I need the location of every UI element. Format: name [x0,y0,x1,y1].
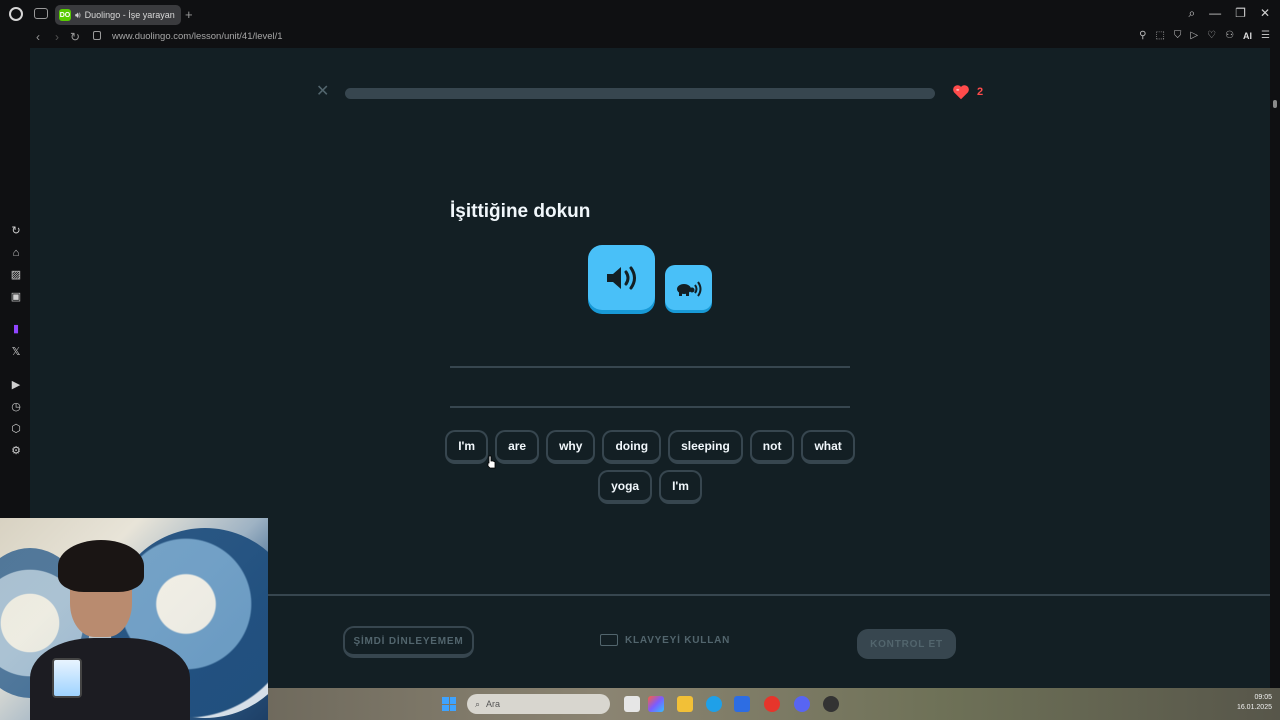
task-view-icon[interactable] [624,696,640,712]
opera-menu-icon[interactable] [9,7,23,21]
play-icon[interactable]: ▷ [1190,30,1198,41]
tab-audio-icon[interactable]: 🔊︎ [75,10,81,21]
tab-strip: DO 🔊︎ Duolingo - İşe yarayan + ⌕ — ❐ ✕ [0,0,1280,28]
word-tile[interactable]: are [495,430,540,464]
keyboard-icon [600,634,618,646]
easy-setup-icon[interactable]: ☰ [1261,30,1270,41]
word-bank-row-2: yoga I'm [30,470,1270,504]
word-bank-row-1: I'm are why doing sleeping not what [30,430,1270,464]
edge-icon[interactable] [706,696,722,712]
clock-date: 16.01.2025 [1236,704,1272,711]
close-window-icon[interactable]: ✕ [1260,6,1270,21]
restore-icon[interactable]: ❐ [1235,6,1246,21]
duolingo-favicon-icon: DO [59,9,71,21]
sidebar-refresh-icon[interactable]: ↻ [10,225,22,237]
word-tile[interactable]: what [801,430,855,464]
new-tab-button[interactable]: + [185,7,193,22]
word-tile[interactable]: not [749,430,795,464]
opera-icon[interactable] [764,696,780,712]
app-icon[interactable] [823,696,839,712]
twitch-icon[interactable]: ▮ [10,323,22,335]
taskbar-search[interactable]: ⌕ Ara [467,694,610,714]
minimize-icon[interactable]: — [1209,6,1221,21]
close-lesson-icon[interactable]: ✕ [316,84,330,100]
url-field[interactable]: www.duolingo.com/lesson/unit/41/level/1 [112,31,283,42]
clock-time: 09:05 [1254,694,1272,701]
person-hair [58,540,144,592]
heart-icon [953,85,969,100]
shield-icon[interactable]: ⛉ [1174,30,1182,41]
search-tabs-icon[interactable]: ⌕ [1188,6,1195,21]
store-icon[interactable] [734,696,750,712]
word-tile[interactable]: I'm [659,470,702,504]
snapshot-icon[interactable]: ⬚ [1155,30,1164,41]
ai-button[interactable]: AI [1243,31,1252,41]
player-icon[interactable]: ▶ [10,379,22,391]
lesson-progress-bar [345,88,935,99]
back-icon[interactable]: ‹ [36,30,40,44]
word-tile[interactable]: why [546,430,596,464]
forward-icon[interactable]: › [55,30,59,44]
lock-icon[interactable] [93,31,101,40]
browser-chrome: DO 🔊︎ Duolingo - İşe yarayan + ⌕ — ❐ ✕ ‹… [0,0,1280,48]
play-slow-audio-button[interactable] [665,265,712,310]
browser-toolbar: ⚲ ⬚ ⛉ ▷ ♡ ⚇ AI ☰ [1139,30,1270,41]
word-tile[interactable]: yoga [598,470,653,504]
scrollbar-thumb[interactable] [1273,100,1277,108]
sidebar-robot-icon[interactable]: ⌂ [10,247,22,259]
hand-cursor-icon [487,455,496,469]
word-tile[interactable]: doing [602,430,662,464]
turtle-icon [676,280,701,297]
microphone [52,658,82,698]
speaker-icon [606,266,636,289]
check-button[interactable]: KONTROL ET [857,629,956,659]
system-clock[interactable]: 09:05 16.01.2025 [1237,693,1272,713]
heart-bookmark-icon[interactable]: ♡ [1207,30,1216,41]
tab-duolingo[interactable]: DO 🔊︎ Duolingo - İşe yarayan [55,5,181,25]
tab-title: Duolingo - İşe yarayan [84,10,175,20]
webcam-overlay [0,518,268,720]
answer-line-2 [450,406,850,408]
challenge-prompt: İşittiğine dokun [450,201,591,222]
file-explorer-icon[interactable] [677,696,693,712]
url-path: /lesson/unit/41/level/1 [191,31,283,42]
scrollbar[interactable] [1270,48,1280,688]
taskbar: ⌕ Ara 09:05 16.01.2025 [268,688,1280,720]
sidebar-m-icon[interactable]: ▣ [10,291,22,303]
reload-icon[interactable]: ↻ [70,30,80,44]
settings-icon[interactable]: ⚙ [10,445,22,457]
extensions-icon[interactable]: ⬡ [10,423,22,435]
use-keyboard-button[interactable]: KLAVYEYİ KULLAN [600,634,730,646]
sidebar-notes-icon[interactable]: ▨ [10,269,22,281]
url-domain: www.duolingo.com [112,31,192,42]
play-audio-button[interactable] [588,245,655,310]
copilot-icon[interactable] [648,696,664,712]
windows-start-icon[interactable] [442,697,456,711]
search-icon: ⌕ [475,698,481,709]
pin-icon[interactable]: ⚲ [1139,30,1146,41]
tab-islands-icon[interactable] [34,8,48,19]
answer-line-1 [450,366,850,368]
use-keyboard-label: KLAVYEYİ KULLAN [625,634,731,646]
hearts-count: 2 [977,86,984,98]
profile-icon[interactable]: ⚇ [1225,30,1234,41]
history-icon[interactable]: ◷ [10,401,22,413]
cant-listen-button[interactable]: ŞİMDİ DİNLEYEMEM [343,626,474,658]
window-controls: ⌕ — ❐ ✕ [1188,6,1270,21]
discord-icon[interactable] [794,696,810,712]
word-tile[interactable]: I'm [445,430,489,464]
word-tile[interactable]: sleeping [668,430,743,464]
search-placeholder: Ara [486,699,501,709]
x-twitter-icon[interactable]: 𝕏 [10,346,22,358]
